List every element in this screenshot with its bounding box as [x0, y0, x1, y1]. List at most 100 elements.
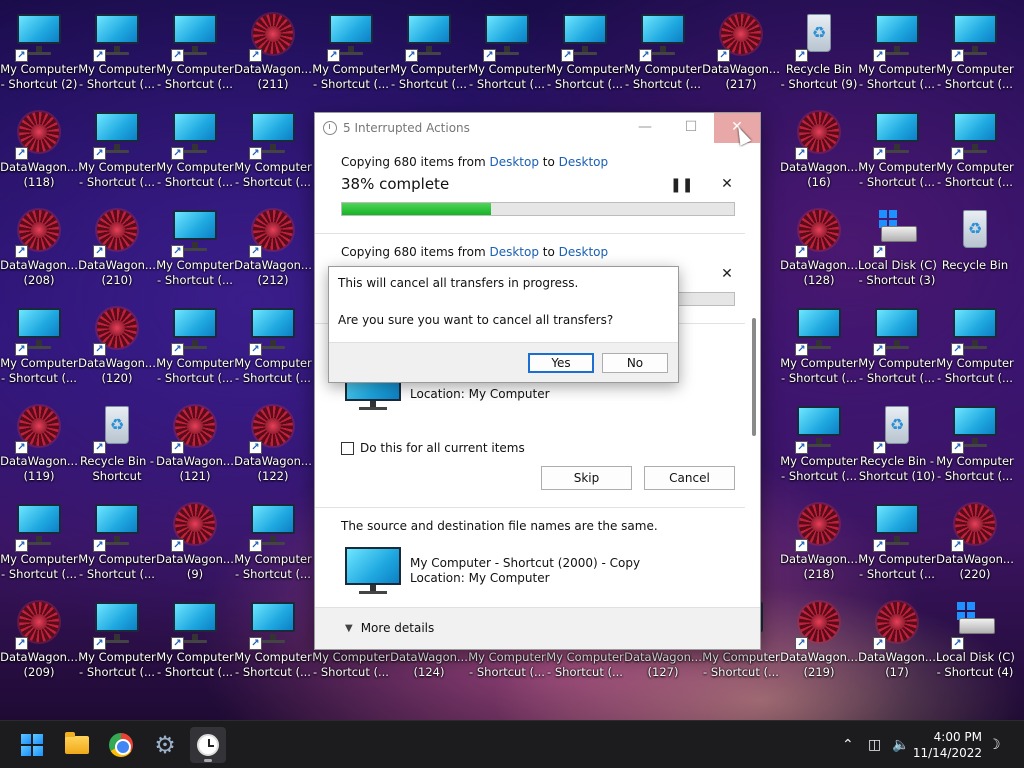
desktop-icon[interactable]: ↗ Local Disk (C) - Shortcut (3) — [858, 202, 936, 294]
desktop-icon[interactable]: ♻ ↗ Recycle Bin - Shortcut (10) — [858, 398, 936, 490]
operation-2-description: Copying 680 items from Desktop to Deskto… — [341, 245, 608, 259]
op1-mid: to — [538, 155, 559, 169]
desktop-icon[interactable]: ↗ DataWagon... (128) — [780, 202, 858, 294]
desktop-icon[interactable]: ♻ ↗ Recycle Bin - Shortcut — [78, 398, 156, 490]
flower-icon: ↗ — [871, 600, 923, 650]
desktop-icon[interactable]: ↗My Computer- Shortcut (... — [78, 594, 156, 686]
desktop-icon[interactable]: ↗My Computer- Shortcut (... — [234, 300, 312, 392]
desktop-icon-label: DataWagon... — [156, 454, 234, 468]
monitor-icon: ↗ — [169, 208, 221, 258]
skip-button[interactable]: Skip — [541, 466, 632, 490]
op2-source-link[interactable]: Desktop — [489, 245, 539, 259]
yes-button[interactable]: Yes — [528, 353, 594, 373]
desktop-icon-sublabel: (208) — [23, 273, 55, 287]
flower-icon: ↗ — [715, 12, 767, 62]
desktop-icon[interactable]: ↗ DataWagon... (119) — [0, 398, 78, 490]
desktop-icon[interactable]: ↗My Computer- Shortcut (... — [858, 104, 936, 196]
minimize-button[interactable]: — — [622, 113, 668, 143]
desktop-icon[interactable]: ↗My Computer- Shortcut (... — [234, 104, 312, 196]
desktop-icon[interactable]: ↗ DataWagon... (122) — [234, 398, 312, 490]
volume-icon[interactable]: 🔈 — [892, 721, 909, 768]
desktop-icon[interactable]: ↗My Computer- Shortcut (... — [156, 594, 234, 686]
clock-icon — [197, 734, 219, 756]
desktop-icon-sublabel: - Shortcut (... — [391, 77, 467, 91]
desktop-icon[interactable]: ↗ DataWagon... (212) — [234, 202, 312, 294]
desktop-icon[interactable]: ↗My Computer- Shortcut (... — [936, 398, 1014, 490]
scrollbar[interactable] — [752, 318, 756, 436]
no-button[interactable]: No — [602, 353, 668, 373]
settings-button[interactable]: ⚙ — [147, 727, 183, 763]
desktop-icon[interactable]: ↗My Computer- Shortcut (... — [780, 300, 858, 392]
do-for-all-checkbox[interactable]: Do this for all current items — [341, 441, 525, 455]
desktop-icon[interactable]: ↗My Computer- Shortcut (... — [156, 6, 234, 98]
desktop-icon[interactable]: ↗ DataWagon... (9) — [156, 496, 234, 588]
desktop-icon[interactable]: ↗ DataWagon... (219) — [780, 594, 858, 686]
desktop-icon[interactable]: ↗ DataWagon... (121) — [156, 398, 234, 490]
show-hidden-icons-button[interactable]: ⌃ — [842, 721, 854, 768]
desktop-icon[interactable]: ↗ DataWagon... (209) — [0, 594, 78, 686]
start-button[interactable] — [14, 727, 50, 763]
desktop-icon[interactable]: ↗My Computer- Shortcut (... — [78, 104, 156, 196]
desktop-icon[interactable]: ↗My Computer- Shortcut (... — [936, 104, 1014, 196]
desktop-icon[interactable]: ↗My Computer- Shortcut (... — [468, 6, 546, 98]
desktop-icon[interactable]: ↗My Computer- Shortcut (... — [0, 496, 78, 588]
flower-icon: ↗ — [949, 502, 1001, 552]
monitor-icon: ↗ — [13, 502, 65, 552]
network-icon[interactable]: ◫ — [868, 721, 881, 768]
desktop-icon-sublabel: - Shortcut (... — [703, 665, 779, 679]
desktop-icon[interactable]: ↗My Computer- Shortcut (... — [624, 6, 702, 98]
checkbox-label: Do this for all current items — [360, 441, 525, 455]
desktop-icon-sublabel: - Shortcut (... — [859, 175, 935, 189]
desktop-icon-label: My Computer — [468, 650, 546, 664]
op1-source-link[interactable]: Desktop — [489, 155, 539, 169]
desktop-icon-sublabel: - Shortcut (... — [79, 175, 155, 189]
desktop-icon[interactable]: ↗My Computer- Shortcut (... — [858, 496, 936, 588]
desktop-icon[interactable]: ↗ DataWagon... (211) — [234, 6, 312, 98]
checkbox-box[interactable] — [341, 441, 354, 455]
monitor-icon: ↗ — [247, 502, 299, 552]
desktop-icon[interactable]: ↗My Computer- Shortcut (... — [78, 6, 156, 98]
notifications-icon[interactable]: ☽ — [988, 721, 1001, 768]
cancel-button[interactable]: Cancel — [644, 466, 735, 490]
desktop-icon-label: My Computer — [858, 356, 936, 370]
op2-cancel-icon[interactable]: ✕ — [717, 266, 737, 282]
desktop-icon[interactable]: ↗My Computer- Shortcut (... — [780, 398, 858, 490]
op1-destination-link[interactable]: Desktop — [559, 155, 609, 169]
desktop-icon[interactable]: ↗ DataWagon... (218) — [780, 496, 858, 588]
desktop-icon[interactable]: ↗My Computer- Shortcut (... — [546, 6, 624, 98]
desktop-icon[interactable]: ↗My Computer- Shortcut (... — [858, 6, 936, 98]
desktop-icon[interactable]: ↗My Computer- Shortcut (... — [234, 594, 312, 686]
more-details-toggle[interactable]: ▼ More details — [345, 621, 434, 635]
desktop-icon[interactable]: ↗ DataWagon... (220) — [936, 496, 1014, 588]
desktop-icon[interactable]: ↗My Computer- Shortcut (... — [0, 300, 78, 392]
desktop-icon[interactable]: ♻ ↗ Recycle Bin - Shortcut (9) — [780, 6, 858, 98]
chrome-button[interactable] — [103, 727, 139, 763]
op1-cancel-icon[interactable]: ✕ — [717, 176, 737, 192]
desktop-icon[interactable]: ↗ DataWagon... (17) — [858, 594, 936, 686]
desktop-icon[interactable]: ↗ DataWagon... (208) — [0, 202, 78, 294]
desktop-icon[interactable]: ↗My Computer- Shortcut (... — [390, 6, 468, 98]
desktop-icon[interactable]: ↗ DataWagon... (16) — [780, 104, 858, 196]
op2-destination-link[interactable]: Desktop — [559, 245, 609, 259]
desktop-icon[interactable]: ↗ DataWagon... (217) — [702, 6, 780, 98]
desktop-icon[interactable]: ↗ My Computer - Shortcut (2) — [0, 6, 78, 98]
clock-app-button[interactable] — [190, 727, 226, 763]
desktop-icon[interactable]: ↗My Computer- Shortcut (... — [156, 202, 234, 294]
desktop-icon[interactable]: ↗My Computer- Shortcut (... — [234, 496, 312, 588]
desktop-icon[interactable]: ↗My Computer- Shortcut (... — [312, 6, 390, 98]
desktop-icon[interactable]: ↗ Local Disk (C) - Shortcut (4) — [936, 594, 1014, 686]
desktop-icon[interactable]: ↗My Computer- Shortcut (... — [858, 300, 936, 392]
desktop-icon[interactable]: ↗My Computer- Shortcut (... — [936, 6, 1014, 98]
system-clock[interactable]: 4:00 PM 11/14/2022 — [913, 729, 982, 761]
desktop-icon[interactable]: ↗My Computer- Shortcut (... — [936, 300, 1014, 392]
file-explorer-button[interactable] — [59, 727, 95, 763]
desktop-icon[interactable]: ♻ Recycle Bin — [936, 202, 1014, 294]
desktop-icon[interactable]: ↗ DataWagon... (210) — [78, 202, 156, 294]
pause-icon[interactable]: ❚❚ — [670, 177, 693, 193]
desktop-icon[interactable]: ↗ DataWagon... (120) — [78, 300, 156, 392]
desktop-icon[interactable]: ↗ DataWagon... (118) — [0, 104, 78, 196]
desktop-icon[interactable]: ↗My Computer- Shortcut (... — [78, 496, 156, 588]
desktop-icon[interactable]: ↗My Computer- Shortcut (... — [156, 104, 234, 196]
maximize-button[interactable]: ☐ — [668, 113, 714, 143]
desktop-icon[interactable]: ↗My Computer- Shortcut (... — [156, 300, 234, 392]
